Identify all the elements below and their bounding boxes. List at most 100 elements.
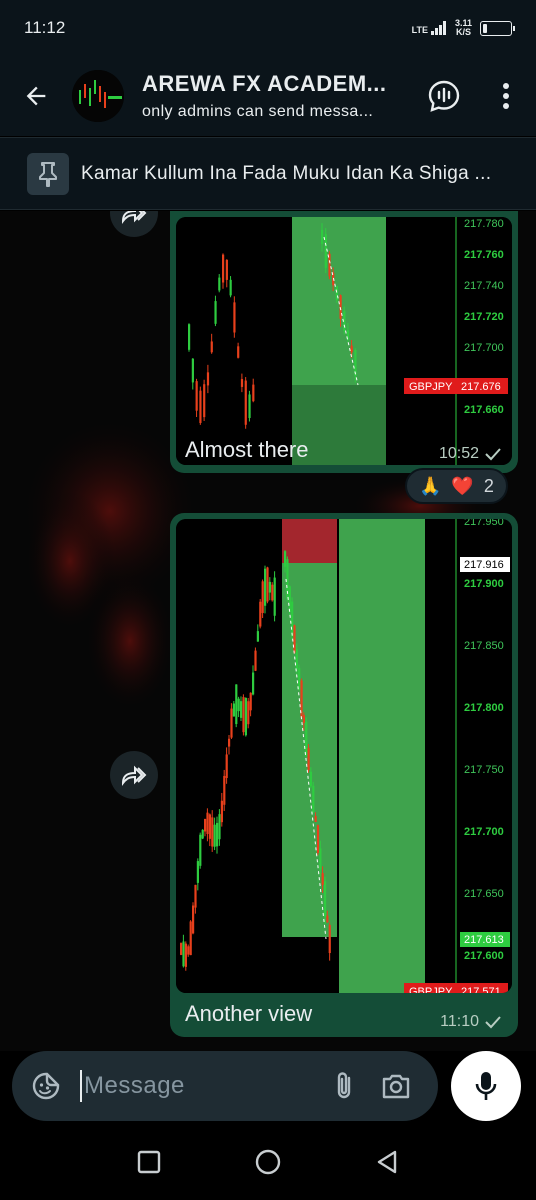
- pinned-message-bar[interactable]: Kamar Kullum Ina Fada Muku Idan Ka Shiga…: [0, 137, 536, 210]
- green-price-label: 217.613: [464, 934, 504, 946]
- attach-button[interactable]: [318, 1051, 370, 1121]
- message-input-pill[interactable]: Message: [12, 1051, 438, 1121]
- triangle-back-icon: [377, 1150, 396, 1174]
- microphone-button[interactable]: [451, 1051, 521, 1121]
- candle: [244, 380, 247, 425]
- candle: [230, 708, 233, 738]
- sticker-button[interactable]: [12, 1051, 80, 1121]
- candle: [225, 754, 228, 779]
- candle: [192, 905, 195, 934]
- projection-zone: [339, 519, 425, 993]
- symbol-label: GBPJPY: [409, 986, 453, 993]
- single-check-icon: [485, 1016, 501, 1029]
- current-price-label: 217.571: [461, 986, 501, 993]
- candle: [266, 567, 269, 602]
- message-meta: 10:52: [439, 445, 502, 463]
- chart-image-2[interactable]: 217.950 217.900 217.850 217.800 217.750 217.7…: [176, 519, 512, 993]
- battery-icon: [480, 20, 515, 36]
- price-tick-label: 217.720: [464, 311, 504, 323]
- candle: [184, 943, 187, 967]
- more-menu-button[interactable]: [482, 72, 530, 120]
- candle: [312, 785, 315, 813]
- candle: [295, 649, 298, 669]
- message-caption: Almost there: [185, 437, 309, 462]
- system-back-button[interactable]: [363, 1138, 411, 1186]
- candle: [222, 254, 225, 283]
- candle: [218, 814, 221, 840]
- camera-icon: [382, 1074, 410, 1099]
- group-name: AREWA FX ACADEM...: [142, 71, 387, 96]
- candle: [232, 703, 235, 717]
- sticker-icon: [32, 1072, 60, 1100]
- recent-apps-button[interactable]: [125, 1138, 173, 1186]
- candle: [194, 884, 197, 908]
- back-button[interactable]: [0, 56, 72, 136]
- camera-button[interactable]: [370, 1051, 422, 1121]
- candle: [182, 941, 185, 967]
- chat-area[interactable]: 217.780 217.760 217.740 217.720 217.700 217.6…: [0, 211, 536, 1051]
- message-input[interactable]: Message: [84, 1072, 318, 1100]
- candle: [199, 390, 202, 423]
- candle: [195, 381, 198, 411]
- price-tick-label: 217.760: [464, 249, 504, 261]
- forward-button[interactable]: [110, 751, 158, 799]
- message-bubble-1[interactable]: 217.780 217.760 217.740 217.720 217.700 217.6…: [170, 211, 518, 473]
- target-zone: [292, 217, 386, 385]
- network-indicator: LTE: [412, 21, 447, 35]
- candle: [237, 346, 240, 358]
- reactions-pill[interactable]: 🙏 ❤️ 2: [405, 468, 508, 504]
- circle-icon: [255, 1149, 281, 1175]
- candle: [252, 672, 255, 695]
- candle: [261, 581, 264, 613]
- candle: [249, 692, 252, 711]
- candle: [316, 825, 320, 853]
- price-tick-label: 217.740: [464, 280, 504, 292]
- voice-chat-button[interactable]: [420, 72, 468, 120]
- reaction-count: 2: [483, 475, 494, 496]
- signal-icon: [430, 21, 446, 35]
- stop-loss-zone: [282, 519, 337, 563]
- chart-2-canvas: 217.950 217.900 217.850 217.800 217.750 217.7…: [176, 519, 512, 993]
- forward-icon: [121, 765, 147, 786]
- candle: [206, 812, 209, 835]
- candle: [323, 881, 327, 917]
- pin-icon: [39, 161, 57, 187]
- pin-badge: [27, 152, 69, 195]
- candle: [201, 829, 204, 839]
- candle: [326, 915, 329, 923]
- group-avatar[interactable]: [72, 70, 124, 122]
- candle: [350, 345, 353, 353]
- data-speed: 3.11 K/S: [455, 19, 472, 37]
- candle: [187, 946, 190, 955]
- candle: [324, 234, 327, 268]
- candle: [321, 229, 324, 245]
- candle: [228, 738, 231, 747]
- status-icons: LTE 3.11 K/S: [412, 19, 515, 37]
- candle: [302, 715, 305, 723]
- message-caption: Another view: [185, 1001, 313, 1026]
- chart-1-canvas: 217.780 217.760 217.740 217.720 217.700 217.6…: [176, 217, 512, 465]
- message-time: 10:52: [438, 445, 479, 462]
- candle: [254, 650, 257, 671]
- system-navbar: [0, 1124, 536, 1200]
- paperclip-icon: [337, 1072, 351, 1099]
- message-meta: 11:10: [440, 1013, 502, 1031]
- candle: [339, 295, 342, 319]
- header-text[interactable]: AREWA FX ACADEM... only admins can send …: [142, 71, 402, 121]
- chart-image-1[interactable]: 217.780 217.760 217.740 217.720 217.700 217.6…: [176, 217, 512, 465]
- voice-chat-icon: [428, 80, 460, 112]
- candle: [247, 701, 250, 725]
- candle: [225, 259, 228, 280]
- candle: [268, 581, 271, 593]
- candle: [233, 302, 236, 333]
- message-bubble-2[interactable]: 217.950 217.900 217.850 217.800 217.750 217.7…: [170, 513, 518, 1037]
- candle: [314, 815, 317, 823]
- home-button[interactable]: [244, 1138, 292, 1186]
- candle: [264, 568, 267, 606]
- more-vertical-icon: [503, 83, 509, 109]
- candle: [229, 279, 232, 296]
- candle: [309, 771, 313, 787]
- candle: [240, 701, 243, 718]
- pinned-text: Kamar Kullum Ina Fada Muku Idan Ka Shiga…: [81, 162, 492, 184]
- square-icon: [138, 1150, 161, 1174]
